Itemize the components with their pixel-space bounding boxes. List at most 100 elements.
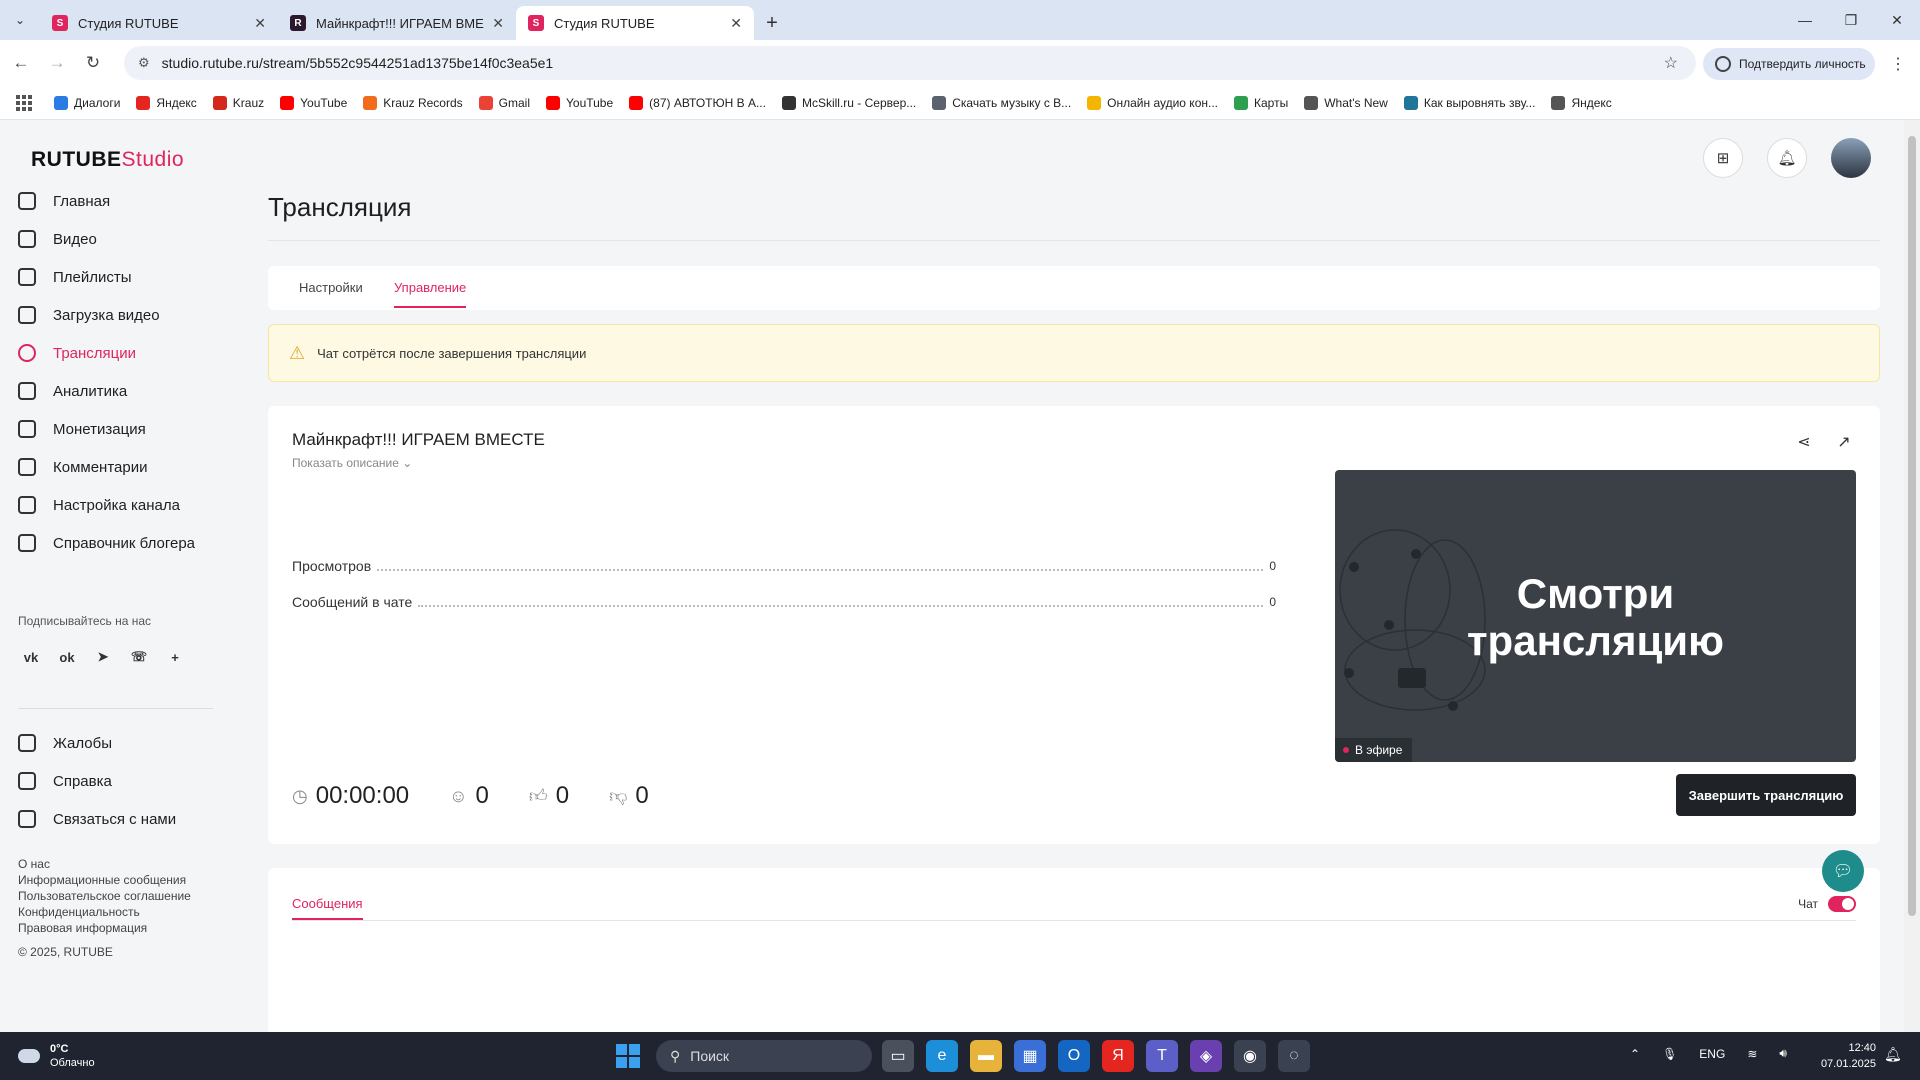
sidebar-item[interactable]: Аналитика <box>18 372 195 410</box>
browser-tab[interactable]: R Майнкрафт!!! ИГРАЕМ ВМЕСТЕ ✕ <box>278 6 516 40</box>
bookmark-item[interactable]: Карты <box>1234 95 1288 110</box>
chevron-up-icon[interactable]: ⌃ <box>1630 1047 1640 1061</box>
outlook-icon[interactable]: O <box>1058 1040 1090 1072</box>
sidebar-item[interactable]: Трансляции <box>18 334 195 372</box>
url-field[interactable]: ⚙ studio.rutube.ru/stream/5b552c9544251a… <box>124 46 1696 80</box>
bookmark-item[interactable]: Krauz Records <box>363 95 463 110</box>
url-text[interactable]: studio.rutube.ru/stream/5b552c9544251ad1… <box>162 55 1664 71</box>
sidebar-item[interactable]: Загрузка видео <box>18 296 195 334</box>
sidebar-item[interactable]: Связаться с нами <box>18 800 176 838</box>
bookmark-item[interactable]: Как выровнять зву... <box>1403 95 1535 110</box>
page-scrollbar[interactable] <box>1904 120 1920 1032</box>
volume-icon[interactable]: 🔊︎ <box>1779 1046 1787 1061</box>
new-tab-button[interactable]: + <box>754 6 790 40</box>
store-icon[interactable]: ▦ <box>1014 1040 1046 1072</box>
scrollbar-thumb[interactable] <box>1908 136 1916 916</box>
taskbar-apps: ▭ e ▬ ▦ O Я T ◈ ◉ ◌ <box>882 1040 1322 1072</box>
footer-link[interactable]: Правовая информация <box>18 920 191 936</box>
vk-icon[interactable]: vk <box>18 644 44 670</box>
bookmark-item[interactable]: YouTube <box>280 95 347 110</box>
bookmark-item[interactable]: What's New <box>1304 95 1388 110</box>
chat-toggle[interactable] <box>1828 896 1856 912</box>
minimize-icon[interactable]: — <box>1782 0 1828 40</box>
edge-icon[interactable]: e <box>926 1040 958 1072</box>
bookmark-item[interactable]: Диалоги <box>54 95 120 110</box>
browser-tab[interactable]: S Студия RUTUBE ✕ <box>40 6 278 40</box>
back-icon[interactable]: ← <box>6 48 36 78</box>
footer-link[interactable]: Конфиденциальность <box>18 904 191 920</box>
taskbar-search[interactable]: ⚲ Поиск <box>656 1040 872 1072</box>
bookmark-item[interactable]: Скачать музыку с В... <box>932 95 1071 110</box>
bookmark-item[interactable]: Krauz <box>212 95 264 110</box>
external-link-icon[interactable]: ↗ <box>1832 430 1856 454</box>
notification-center-icon[interactable]: 🔔︎ <box>1884 1046 1902 1063</box>
tab-search-icon[interactable]: ⌄ <box>0 0 40 40</box>
bookmark-star-icon[interactable]: ☆ <box>1664 53 1678 73</box>
bookmark-item[interactable]: Яндекс <box>1551 95 1612 110</box>
stream-actions: ⋖ ↗ <box>1776 430 1856 454</box>
plus-icon[interactable]: + <box>162 644 188 670</box>
bookmark-label: (87) АВТОТЮН В А... <box>649 95 766 110</box>
file-explorer-icon[interactable]: ▬ <box>970 1040 1002 1072</box>
bookmark-item[interactable]: McSkill.ru - Сервер... <box>781 95 916 110</box>
browser-tab-active[interactable]: S Студия RUTUBE ✕ <box>516 6 754 40</box>
close-tab-icon[interactable]: ✕ <box>254 15 266 32</box>
close-tab-icon[interactable]: ✕ <box>730 15 742 32</box>
teams-icon[interactable]: T <box>1146 1040 1178 1072</box>
sidebar-item[interactable]: Настройка канала <box>18 486 195 524</box>
close-window-icon[interactable]: ✕ <box>1874 0 1920 40</box>
apps-grid-icon[interactable] <box>16 94 32 111</box>
weather-widget[interactable]: 0°C Облачно <box>18 1042 95 1070</box>
sidebar-item[interactable]: Главная <box>18 182 195 220</box>
rutube-studio-logo[interactable]: RUTUBEStudio <box>31 148 184 172</box>
browser-menu-icon[interactable]: ⋮ <box>1890 54 1906 74</box>
add-content-icon[interactable]: ⊞ <box>1703 138 1743 178</box>
sidebar-item[interactable]: Справочник блогера <box>18 524 195 562</box>
stream-preview[interactable]: Смотри трансляцию В эфире <box>1335 470 1856 762</box>
wifi-icon[interactable]: ≋ <box>1747 1047 1757 1061</box>
footer-link[interactable]: О нас <box>18 856 191 872</box>
reload-icon[interactable]: ↻ <box>78 48 108 78</box>
forward-icon[interactable]: → <box>42 48 72 78</box>
obs-icon[interactable]: ◈ <box>1190 1040 1222 1072</box>
microphone-icon[interactable]: 🎙︎ <box>1662 1047 1677 1061</box>
share-icon[interactable]: ⋖ <box>1792 430 1816 454</box>
tab-settings[interactable]: Настройки <box>299 280 363 295</box>
bookmark-item[interactable]: Gmail <box>478 95 530 110</box>
sidebar-item[interactable]: Плейлисты <box>18 258 195 296</box>
yandex-browser-icon[interactable]: Я <box>1102 1040 1134 1072</box>
tab-messages[interactable]: Сообщения <box>292 896 363 920</box>
avatar[interactable] <box>1831 138 1871 178</box>
end-stream-button[interactable]: Завершить трансляцию <box>1676 774 1856 816</box>
bookmark-item[interactable]: YouTube <box>546 95 613 110</box>
verify-label: Подтвердить личность <box>1739 57 1866 71</box>
sidebar-item[interactable]: Справка <box>18 762 176 800</box>
footer-link[interactable]: Пользовательское соглашение <box>18 888 191 904</box>
close-tab-icon[interactable]: ✕ <box>492 15 504 32</box>
sidebar-item[interactable]: Монетизация <box>18 410 195 448</box>
telegram-icon[interactable]: ➤ <box>90 644 116 670</box>
notifications-bell-icon[interactable]: 🔔︎ <box>1767 138 1807 178</box>
bookmark-item[interactable]: Онлайн аудио кон... <box>1087 95 1218 110</box>
support-chat-button[interactable]: 💬︎ <box>1822 850 1864 892</box>
app-icon[interactable]: ◌ <box>1278 1040 1310 1072</box>
stream-metrics: ◷ 00:00:00 ☺ 0 👍︎ 0 👎︎ 0 <box>292 782 689 810</box>
tab-management[interactable]: Управление <box>394 280 467 308</box>
language-indicator[interactable]: ENG <box>1699 1047 1725 1061</box>
verify-identity-button[interactable]: Подтвердить личность <box>1703 48 1875 80</box>
windows-start-icon[interactable] <box>616 1044 640 1068</box>
sidebar-item[interactable]: Комментарии <box>18 448 195 486</box>
chrome-icon[interactable]: ◉ <box>1234 1040 1266 1072</box>
sidebar-item[interactable]: Видео <box>18 220 195 258</box>
site-info-icon[interactable]: ⚙ <box>138 55 150 71</box>
footer-link[interactable]: Информационные сообщения <box>18 872 191 888</box>
taskbar-clock[interactable]: 12:40 07.01.2025 <box>1818 1040 1876 1072</box>
sidebar-item[interactable]: Жалобы <box>18 724 176 762</box>
viber-icon[interactable]: ☏ <box>126 644 152 670</box>
bookmark-item[interactable]: Яндекс <box>136 95 197 110</box>
ok-icon[interactable]: ok <box>54 644 80 670</box>
bookmark-item[interactable]: (87) АВТОТЮН В А... <box>629 95 766 110</box>
task-view-icon[interactable]: ▭ <box>882 1040 914 1072</box>
show-description-toggle[interactable]: Показать описание ⌄ <box>292 456 412 470</box>
restore-icon[interactable]: ❐ <box>1828 0 1874 40</box>
